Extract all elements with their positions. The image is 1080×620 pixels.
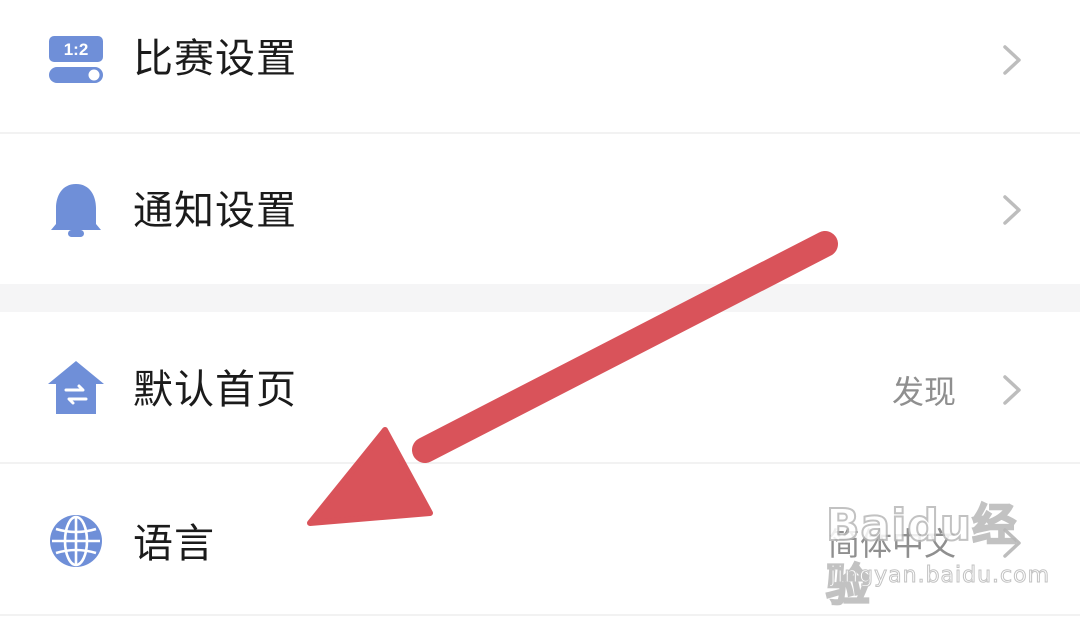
settings-row-value: 发现 [891, 373, 956, 411]
settings-row-notifications[interactable]: 通知设置 [0, 134, 1080, 284]
watermark-logo: Baidu经验 [825, 499, 1018, 612]
bell-icon [46, 180, 106, 240]
baidu-jingyan-watermark: Baidu经验 jingyan.baidu.com [825, 496, 1050, 612]
svg-text:1:2: 1:2 [64, 40, 89, 59]
section-gap [0, 284, 1080, 312]
watermark-url: jingyan.baidu.com [829, 563, 1051, 589]
home-switch-icon [46, 358, 106, 418]
settings-row-label: 默认首页 [133, 367, 297, 413]
settings-row-default-home[interactable]: 默认首页 发现 [0, 312, 1080, 462]
settings-row-match[interactable]: 1:2 比赛设置 [0, 0, 1080, 130]
chevron-right-icon [1000, 373, 1024, 407]
settings-row-label: 通知设置 [133, 188, 297, 234]
settings-row-label: 语言 [133, 521, 215, 567]
settings-row-label: 比赛设置 [133, 36, 297, 82]
settings-screen: 1:2 比赛设置 通知设置 默认首页 发现 语言 简体中文 Baidu经验 ji… [0, 0, 1080, 620]
globe-icon [46, 511, 106, 571]
chevron-right-icon [1000, 193, 1024, 227]
chevron-right-icon [1000, 43, 1024, 77]
scoreboard-toggle-icon: 1:2 [46, 30, 106, 90]
